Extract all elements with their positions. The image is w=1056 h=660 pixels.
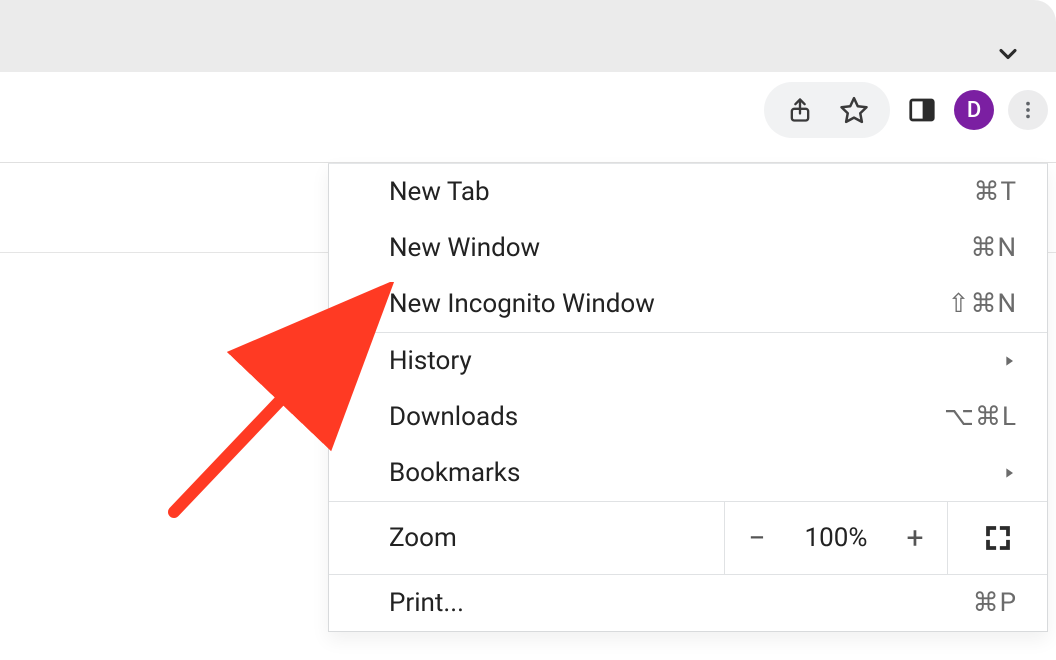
avatar-letter: D <box>967 98 981 123</box>
menu-item-downloads[interactable]: Downloads ⌥⌘L <box>329 389 1047 445</box>
zoom-in-button[interactable]: + <box>883 502 947 574</box>
menu-section-print: Print... ⌘P <box>329 575 1047 631</box>
menu-item-label: Downloads <box>389 402 944 432</box>
menu-item-label: History <box>389 346 1001 376</box>
browser-toolbar: D <box>0 72 1056 148</box>
chevron-down-icon[interactable] <box>990 36 1026 72</box>
profile-avatar[interactable]: D <box>954 90 994 130</box>
side-panel-icon[interactable] <box>904 92 940 128</box>
menu-item-shortcut: ⇧⌘N <box>948 289 1017 319</box>
menu-button[interactable] <box>1008 90 1048 130</box>
menu-item-shortcut: ⌘P <box>973 588 1017 618</box>
toolbar-spacer <box>0 148 1056 162</box>
zoom-out-button[interactable]: − <box>725 502 789 574</box>
menu-section-new: New Tab ⌘T New Window ⌘N New Incognito W… <box>329 164 1047 333</box>
menu-item-label: New Incognito Window <box>389 289 948 319</box>
fullscreen-button[interactable] <box>947 502 1047 574</box>
chrome-menu: New Tab ⌘T New Window ⌘N New Incognito W… <box>328 163 1048 632</box>
menu-item-shortcut: ⌥⌘L <box>944 402 1017 432</box>
menu-item-new-window[interactable]: New Window ⌘N <box>329 220 1047 276</box>
zoom-value: 100% <box>789 502 883 574</box>
chevron-right-icon <box>1001 346 1017 376</box>
menu-section-nav: History Downloads ⌥⌘L Bookmarks <box>329 333 1047 502</box>
zoom-label: Zoom <box>389 523 457 553</box>
zoom-controls: − 100% + <box>724 502 947 574</box>
tab-strip <box>0 0 1056 72</box>
menu-item-label: Bookmarks <box>389 458 1001 488</box>
share-icon[interactable] <box>782 92 818 128</box>
menu-item-shortcut: ⌘N <box>970 233 1017 263</box>
omnibox-actions <box>764 82 890 138</box>
menu-item-zoom: Zoom − 100% + <box>329 502 1047 574</box>
menu-item-history[interactable]: History <box>329 333 1047 389</box>
menu-item-shortcut: ⌘T <box>973 177 1017 207</box>
menu-item-label: Print... <box>389 588 973 618</box>
menu-section-zoom: Zoom − 100% + <box>329 502 1047 575</box>
menu-item-new-tab[interactable]: New Tab ⌘T <box>329 164 1047 220</box>
chevron-right-icon <box>1001 458 1017 488</box>
menu-item-label: New Tab <box>389 177 973 207</box>
menu-item-new-incognito[interactable]: New Incognito Window ⇧⌘N <box>329 276 1047 332</box>
menu-item-bookmarks[interactable]: Bookmarks <box>329 445 1047 501</box>
menu-item-label: New Window <box>389 233 970 263</box>
menu-item-print[interactable]: Print... ⌘P <box>329 575 1047 631</box>
star-icon[interactable] <box>836 92 872 128</box>
